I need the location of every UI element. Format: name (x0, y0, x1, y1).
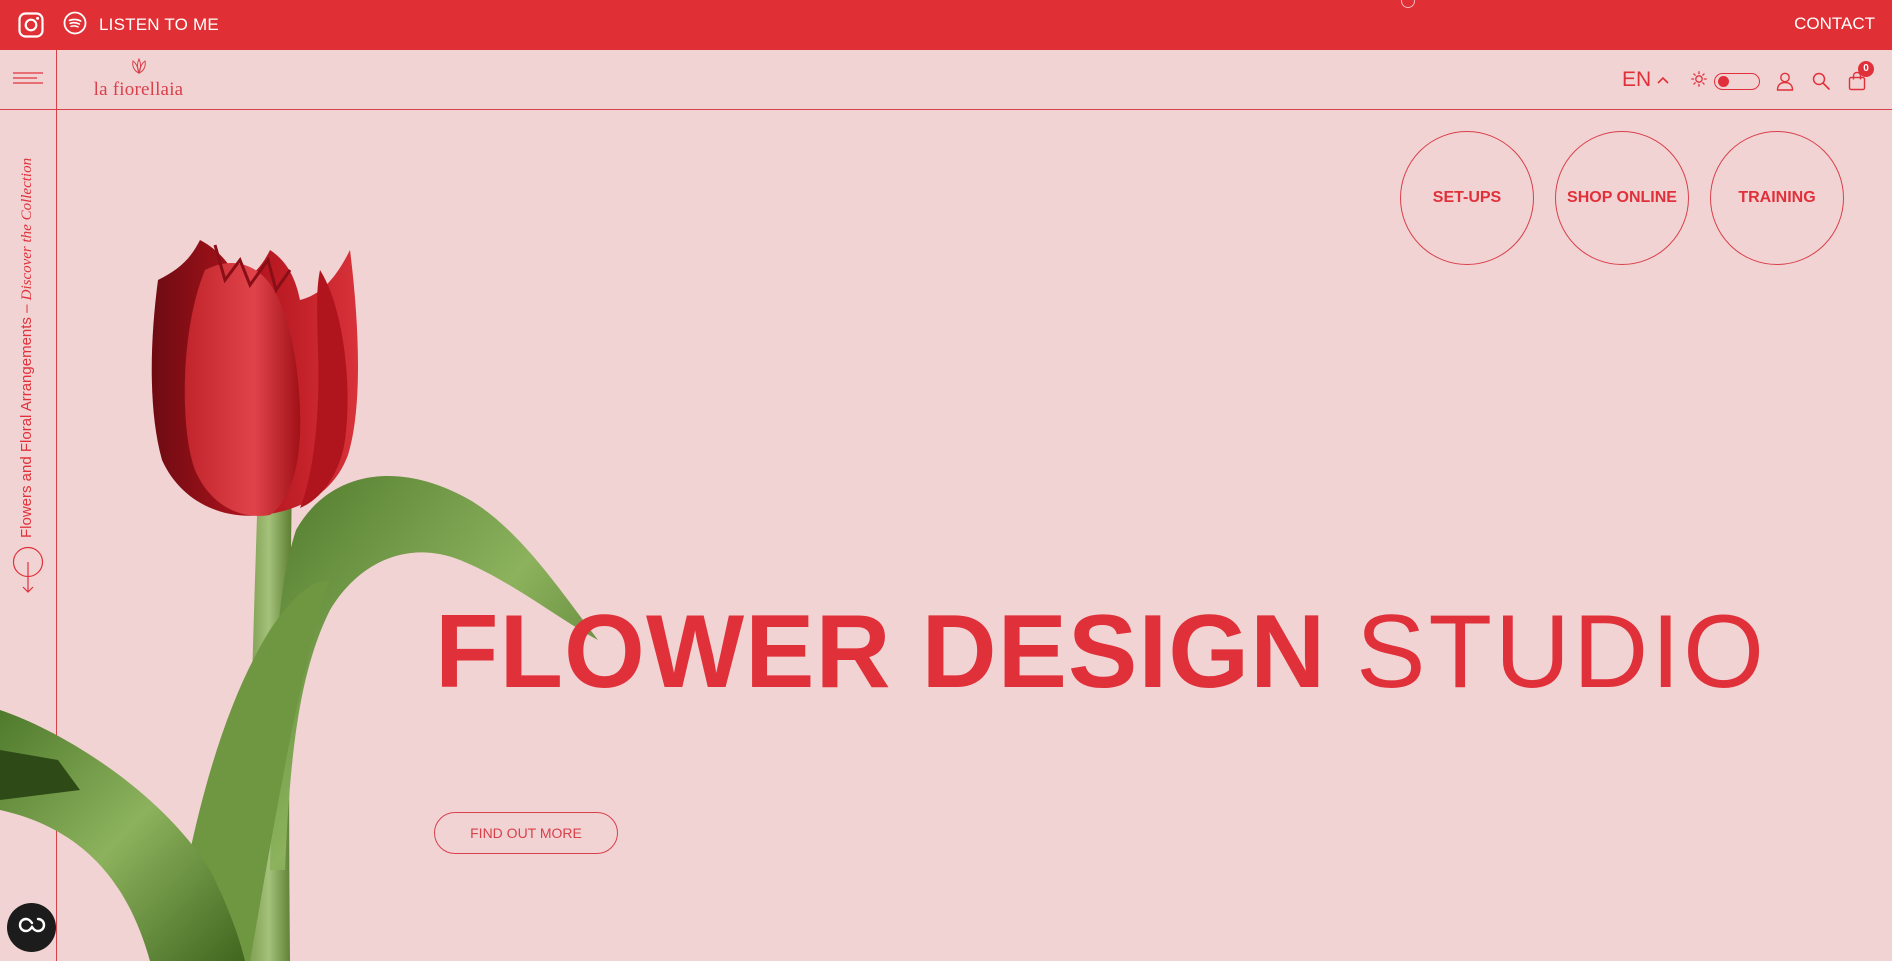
language-code: EN (1622, 68, 1652, 91)
logo-flower-icon (131, 57, 146, 75)
instagram-icon[interactable] (18, 12, 44, 38)
rail-tagline-italic: Discover the Collection (19, 157, 35, 301)
listen-to-me-link[interactable]: LISTEN TO ME (63, 11, 219, 40)
contact-link[interactable]: CONTACT (1794, 14, 1875, 34)
chevron-up-icon (1657, 71, 1669, 89)
hamburger-menu-icon (13, 71, 43, 90)
site-header: la fiorellaia EN (0, 50, 1892, 110)
find-out-more-button[interactable]: FIND OUT MORE (434, 812, 618, 854)
theme-toggle[interactable] (1691, 70, 1760, 92)
shop-online-label: SHOP ONLINE (1567, 189, 1677, 206)
setups-circle-button[interactable]: SET-UPS (1400, 131, 1534, 265)
user-icon[interactable] (1775, 71, 1795, 91)
site-logo[interactable]: la fiorellaia (87, 57, 190, 104)
scroll-down-icon[interactable] (12, 546, 44, 596)
rail-tagline: Flowers and Floral Arrangements – Discov… (18, 158, 36, 538)
accessibility-icon (18, 917, 46, 938)
setups-label: SET-UPS (1432, 189, 1502, 206)
accessibility-button[interactable] (7, 903, 56, 952)
find-out-more-label: FIND OUT MORE (470, 825, 582, 841)
theme-switch[interactable] (1714, 72, 1760, 90)
theme-switch-knob (1718, 75, 1729, 87)
hero-headline: FLOWER DESIGN STUDIO (435, 594, 1767, 710)
cart-count-badge: 0 (1858, 61, 1874, 77)
hero-headline-light: STUDIO (1356, 594, 1768, 710)
search-icon[interactable] (1811, 71, 1831, 91)
training-label: TRAINING (1738, 189, 1816, 206)
spotify-icon (63, 11, 87, 40)
top-notch (1401, 0, 1415, 8)
logo-text: la fiorellaia (93, 79, 184, 100)
listen-to-me-label: LISTEN TO ME (99, 15, 219, 34)
top-bar: LISTEN TO ME CONTACT (0, 0, 1892, 50)
hero-headline-bold: FLOWER DESIGN (435, 594, 1327, 710)
shop-online-circle-button[interactable]: SHOP ONLINE (1555, 131, 1689, 265)
language-selector[interactable]: EN (1622, 66, 1669, 94)
training-circle-button[interactable]: TRAINING (1710, 131, 1844, 265)
hamburger-menu-button[interactable] (0, 50, 57, 110)
sun-icon (1691, 70, 1707, 92)
rail-tagline-main: Flowers and Floral Arrangements – (18, 300, 35, 538)
